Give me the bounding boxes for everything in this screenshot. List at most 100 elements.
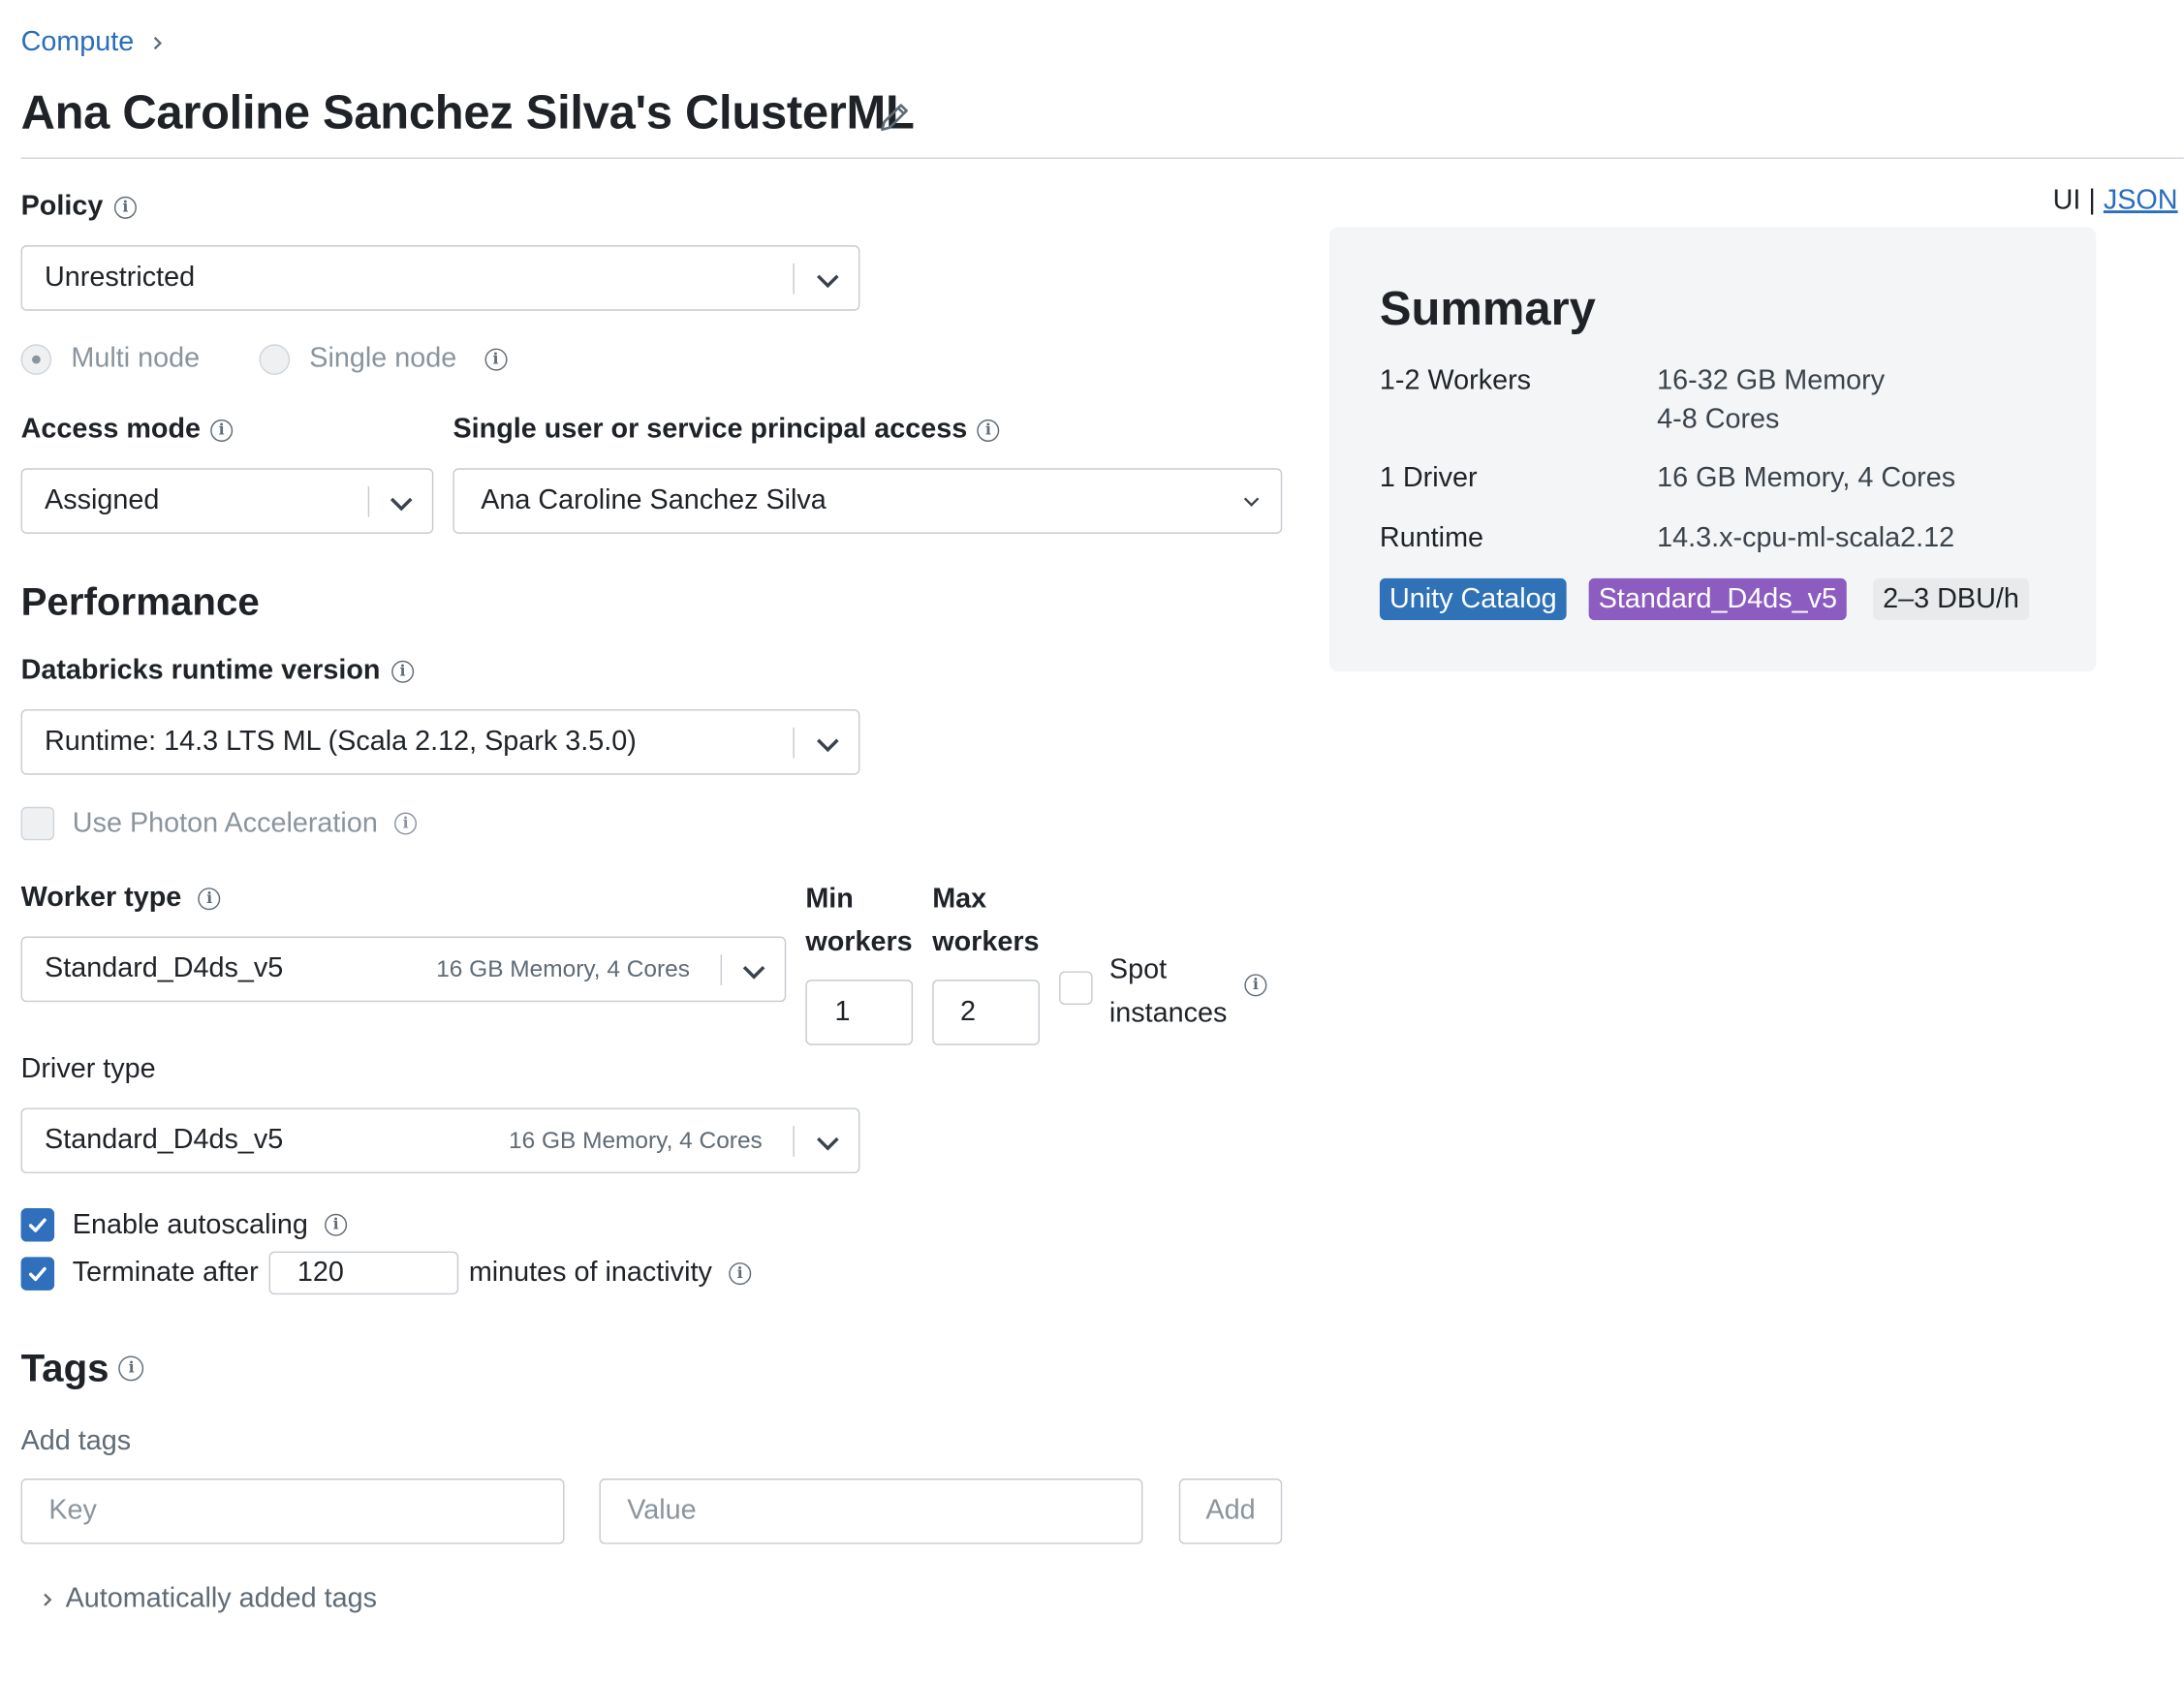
breadcrumb-compute-link[interactable]: Compute [21, 26, 135, 58]
driver-type-spec: 16 GB Memory, 4 Cores [508, 1126, 763, 1154]
terminate-minutes-value: 120 [296, 1257, 344, 1288]
terminate-label: Terminate after [72, 1257, 259, 1288]
autoscaling-checkbox[interactable] [20, 1208, 55, 1242]
info-icon[interactable]: i [390, 660, 414, 683]
performance-heading: Performance [20, 579, 260, 623]
select-divider [793, 727, 795, 759]
single-user-label-text: Single user or service principal access [452, 414, 968, 445]
driver-type-value: Standard_D4ds_v5 [45, 1124, 284, 1156]
chevron-right-icon [44, 1592, 52, 1606]
runtime-label-text: Databricks runtime version [20, 655, 381, 686]
info-icon[interactable]: i [113, 196, 137, 219]
add-tag-button[interactable]: Add [1178, 1479, 1283, 1544]
chevron-down-icon [1243, 497, 1260, 507]
summary-title: Summary [1379, 282, 1596, 336]
max-workers-label-line-1: Max [932, 883, 987, 915]
photon-checkbox[interactable] [20, 806, 55, 841]
info-icon[interactable]: i [729, 1261, 752, 1285]
terminate-suffix: minutes of inactivity [468, 1257, 712, 1288]
info-icon[interactable]: i [325, 1213, 348, 1236]
title-divider [20, 157, 2184, 159]
select-divider [367, 485, 370, 517]
summary-driver-label: 1 Driver [1379, 462, 1478, 494]
spot-instances-checkbox[interactable] [1059, 971, 1093, 1006]
worker-type-spec: 16 GB Memory, 4 Cores [436, 954, 691, 982]
instance-type-badge: Standard_D4ds_v5 [1588, 577, 1848, 621]
worker-type-value: Standard_D4ds_v5 [45, 952, 284, 984]
info-icon[interactable]: i [210, 419, 234, 442]
tag-key-input[interactable]: Key [20, 1479, 565, 1544]
runtime-label: Databricks runtime version i [21, 655, 414, 687]
worker-type-label: Worker type i [21, 882, 221, 914]
max-workers-label: Max workers [932, 878, 1039, 964]
radio-button-selected[interactable] [20, 343, 52, 375]
multi-node-label: Multi node [71, 342, 201, 374]
single-user-label: Single user or service principal access … [452, 414, 1000, 446]
spot-instances-label: Spot instances [1109, 949, 1228, 1035]
view-ui-label[interactable]: UI [2053, 185, 2081, 216]
info-icon[interactable]: i [484, 347, 508, 370]
pencil-icon[interactable] [877, 99, 913, 135]
info-icon[interactable]: i [394, 812, 418, 835]
add-tags-label: Add tags [20, 1425, 132, 1457]
select-divider [720, 954, 723, 985]
tag-value-placeholder: Value [627, 1495, 697, 1526]
single-node-label: Single node [309, 342, 457, 374]
min-workers-value: 1 [834, 996, 851, 1028]
info-icon[interactable]: i [198, 887, 221, 910]
radio-button[interactable] [259, 343, 291, 375]
min-workers-input[interactable]: 1 [805, 980, 914, 1045]
checkmark-icon [28, 1218, 47, 1232]
worker-type-label-text: Worker type [20, 882, 182, 914]
autoscaling-label: Enable autoscaling [72, 1208, 308, 1240]
summary-runtime-label: Runtime [1379, 522, 1484, 554]
photon-checkbox-row: Use Photon Acceleration i [20, 806, 418, 841]
select-divider [793, 263, 795, 295]
policy-value: Unrestricted [45, 262, 196, 294]
info-icon[interactable]: i [1244, 974, 1267, 997]
terminate-checkbox[interactable] [20, 1256, 55, 1291]
max-workers-input[interactable]: 2 [932, 980, 1040, 1045]
min-workers-label-line-1: Min [805, 883, 854, 915]
chevron-down-icon [390, 497, 413, 512]
checkmark-icon [28, 1266, 47, 1281]
policy-label: Policy i [21, 191, 137, 223]
info-icon[interactable]: i [977, 419, 1000, 442]
runtime-value: Runtime: 14.3 LTS ML (Scala 2.12, Spark … [45, 726, 637, 757]
min-workers-label-line-2: workers [805, 926, 913, 958]
spot-label-line-1: Spot [1108, 954, 1168, 985]
info-icon[interactable]: i [118, 1355, 144, 1382]
tag-value-input[interactable]: Value [599, 1479, 1143, 1544]
tags-heading: Tags [20, 1346, 109, 1389]
view-toggle: UI | JSON [2053, 185, 2178, 217]
auto-tags-toggle[interactable]: Automatically added tags [38, 1583, 377, 1615]
breadcrumb: Compute [21, 26, 168, 58]
tags-heading-row: Tags i [21, 1346, 144, 1390]
chevron-down-icon [817, 274, 839, 289]
summary-driver-value: 16 GB Memory, 4 Cores [1657, 462, 1956, 494]
access-mode-select[interactable]: Assigned [20, 468, 434, 534]
auto-tags-label: Automatically added tags [65, 1582, 378, 1614]
worker-type-select[interactable]: Standard_D4ds_v5 16 GB Memory, 4 Cores [20, 936, 787, 1003]
min-workers-label: Min workers [805, 878, 912, 964]
unity-catalog-badge: Unity Catalog [1379, 577, 1567, 621]
summary-panel: Summary 1-2 Workers 16-32 GB Memory 4-8 … [1329, 227, 2097, 672]
policy-select[interactable]: Unrestricted [20, 245, 860, 311]
driver-type-select[interactable]: Standard_D4ds_v5 16 GB Memory, 4 Cores [20, 1107, 860, 1174]
page-title: Ana Caroline Sanchez Silva's ClusterML [20, 86, 915, 140]
view-json-link[interactable]: JSON [2104, 185, 2178, 216]
policy-label-text: Policy [20, 191, 104, 222]
driver-type-label: Driver type [20, 1053, 156, 1084]
runtime-select[interactable]: Runtime: 14.3 LTS ML (Scala 2.12, Spark … [20, 709, 860, 775]
select-divider [793, 1126, 795, 1157]
single-user-select[interactable]: Ana Caroline Sanchez Silva [452, 468, 1283, 534]
view-separator: | [2088, 185, 2096, 216]
autoscaling-row: Enable autoscaling i [20, 1208, 348, 1242]
terminate-minutes-input[interactable]: 120 [269, 1251, 459, 1295]
single-node-radio[interactable]: Single node i [259, 342, 508, 375]
summary-workers-cores: 4-8 Cores [1657, 404, 1780, 435]
multi-node-radio[interactable]: Multi node [20, 342, 201, 375]
dbu-badge: 2–3 DBU/h [1873, 577, 2029, 621]
tag-key-placeholder: Key [48, 1495, 97, 1526]
access-mode-label-text: Access mode [20, 414, 202, 445]
